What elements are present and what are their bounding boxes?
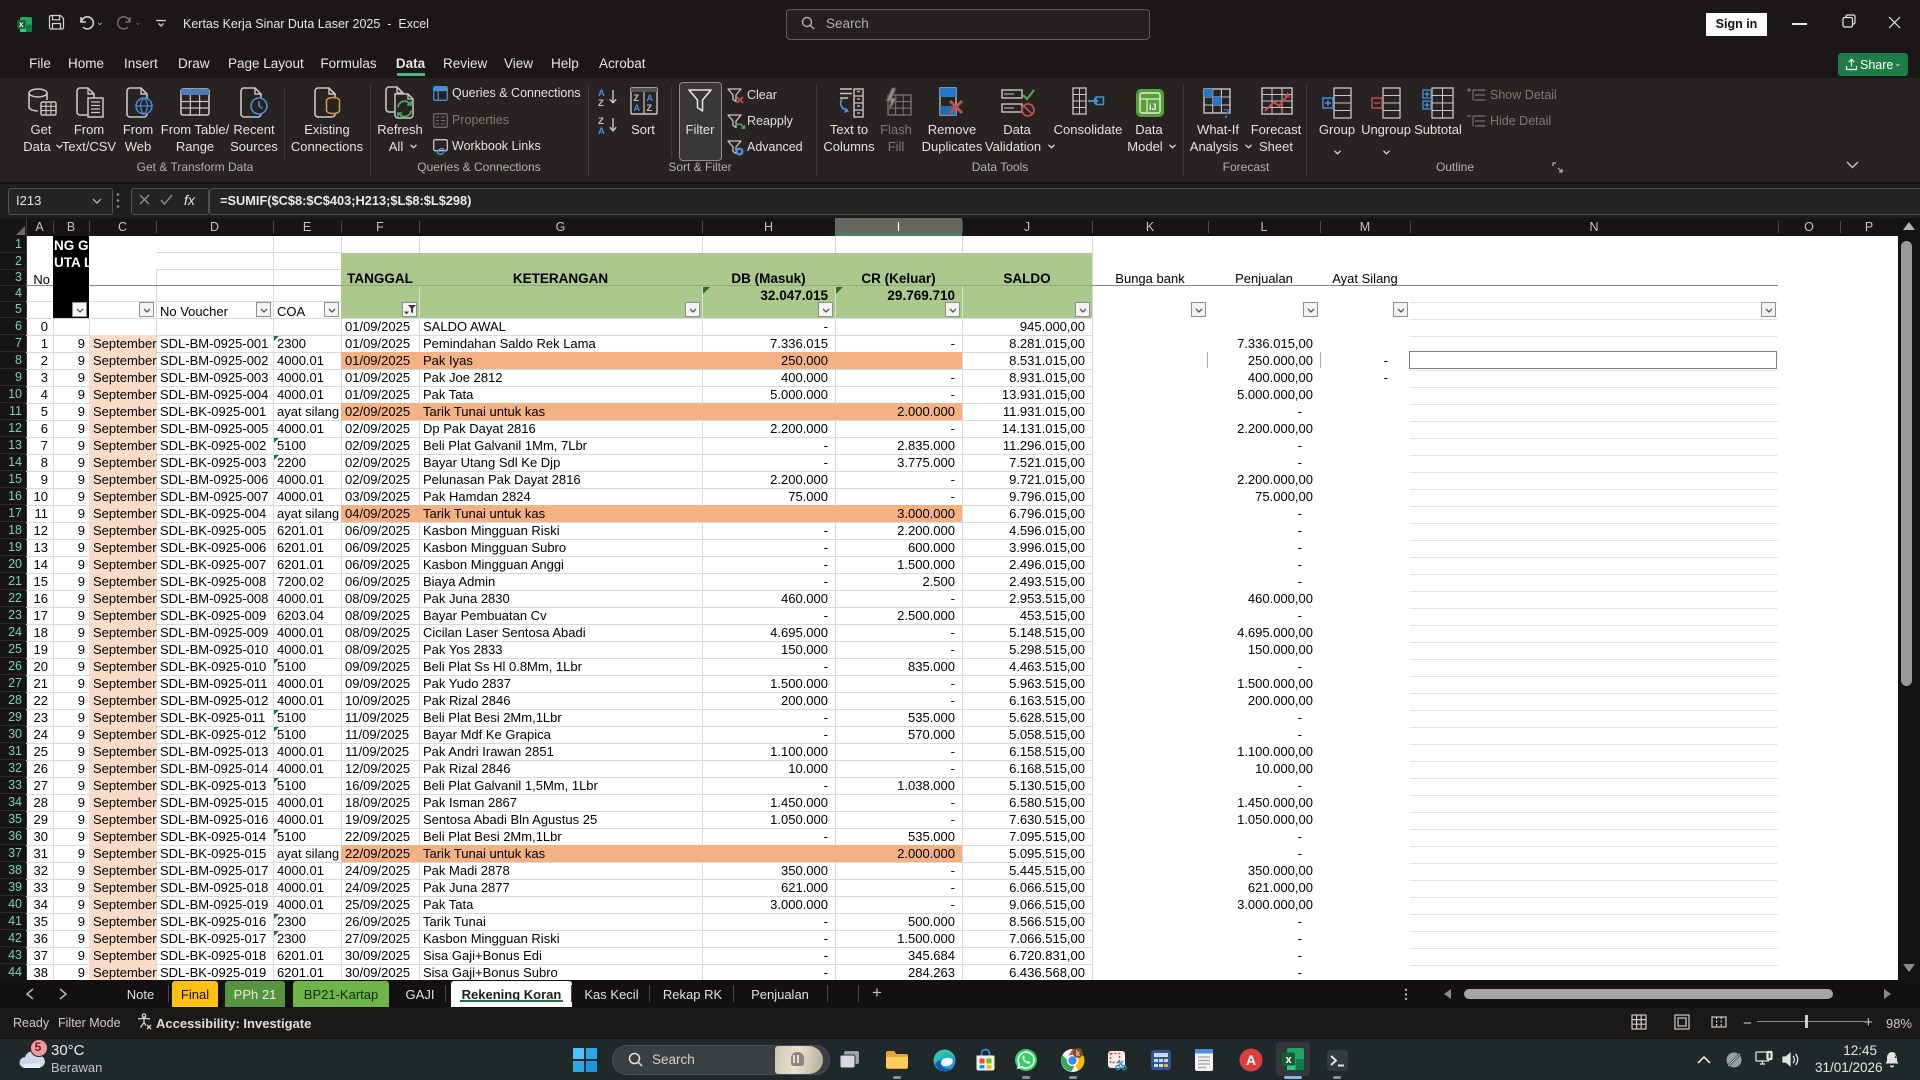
svg-text:Z: Z bbox=[634, 93, 640, 103]
svg-text:A: A bbox=[647, 93, 654, 103]
svg-text:x: x bbox=[19, 20, 24, 29]
svg-text:k: k bbox=[1076, 1049, 1081, 1058]
svg-text:A: A bbox=[634, 103, 641, 113]
svg-text:x: x bbox=[1285, 1054, 1292, 1066]
svg-text:A: A bbox=[1246, 1052, 1256, 1068]
svg-text:iJ: iJ bbox=[1149, 102, 1157, 112]
svg-text:Z: Z bbox=[598, 98, 604, 109]
svg-text:z: z bbox=[1895, 1053, 1899, 1060]
svg-text:?: ? bbox=[1223, 107, 1230, 122]
svg-text:Z: Z bbox=[647, 103, 653, 113]
